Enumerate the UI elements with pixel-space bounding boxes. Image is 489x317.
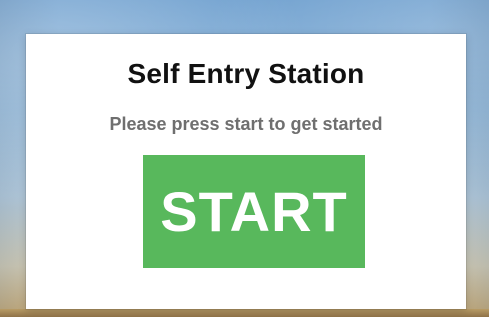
page-title: Self Entry Station [127, 58, 365, 89]
instruction-text: Please press start to get started [109, 114, 383, 134]
entry-dialog: Self Entry Station Please press start to… [26, 34, 466, 309]
bottom-edge [0, 309, 489, 317]
start-button[interactable]: START [143, 155, 365, 268]
